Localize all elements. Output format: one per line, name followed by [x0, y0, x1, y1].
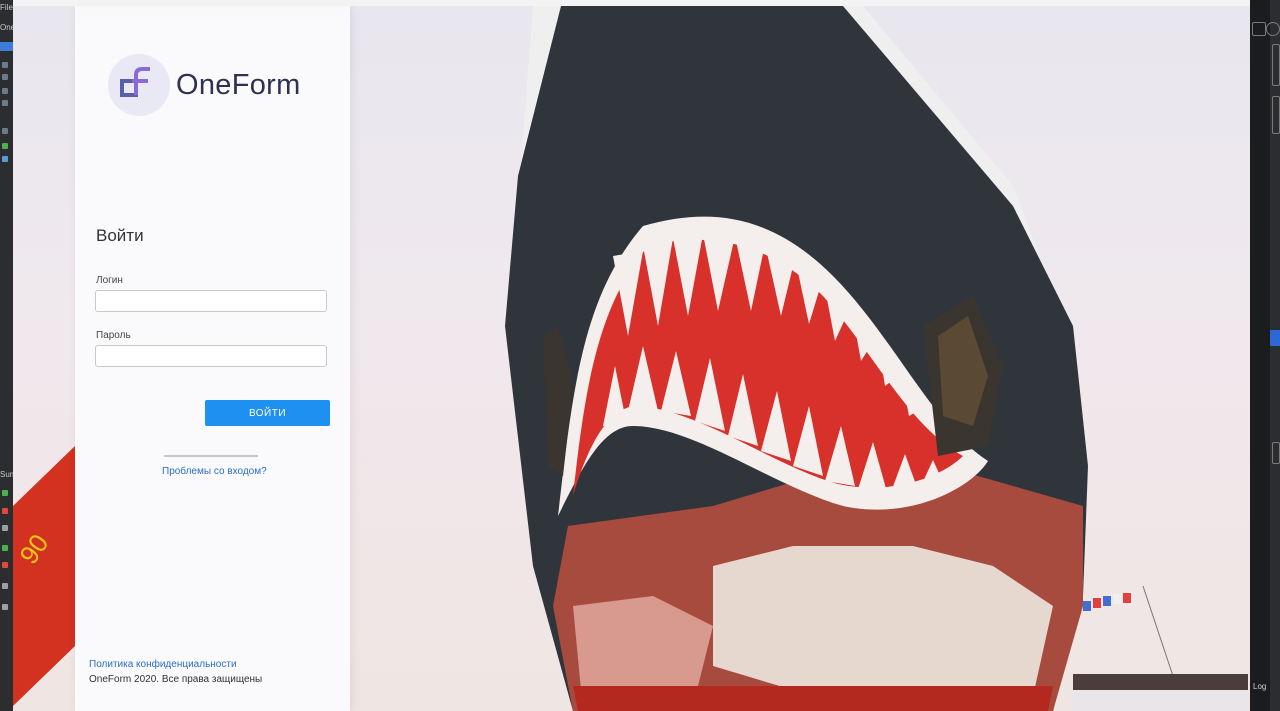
username-label: Логин	[96, 275, 123, 286]
ide-status-icon	[2, 156, 8, 162]
search-icon[interactable]	[1266, 22, 1280, 36]
ide-right-strip: Log	[1250, 0, 1280, 711]
ide-tree-arrow-icon[interactable]	[2, 100, 8, 106]
ide-status-icon	[2, 143, 8, 149]
ide-debug-icon[interactable]	[2, 545, 8, 551]
ide-left-strip: File One Sum	[0, 0, 16, 711]
ide-side-tab[interactable]	[1272, 44, 1280, 86]
divider	[164, 455, 258, 457]
privacy-policy-link[interactable]: Политика конфиденциальности	[89, 659, 237, 670]
copyright-text: OneForm 2020. Все права защищены	[89, 674, 263, 685]
ide-run-icon[interactable]	[2, 490, 8, 496]
ide-stop-icon[interactable]	[2, 508, 8, 514]
username-input[interactable]	[95, 290, 327, 312]
oneform-logo-icon	[108, 54, 170, 116]
ide-menu-file[interactable]: File	[0, 3, 13, 12]
brand-logo[interactable]: OneForm	[108, 54, 301, 116]
login-button[interactable]: ВОЙТИ	[205, 400, 330, 426]
login-title: Войти	[96, 226, 144, 245]
ide-camera-icon[interactable]	[2, 525, 8, 531]
ide-error-icon[interactable]	[2, 562, 8, 568]
ide-tree-arrow-icon[interactable]	[2, 128, 8, 134]
ide-side-tab[interactable]	[1272, 96, 1280, 134]
password-label: Пароль	[96, 330, 131, 341]
brand-name: OneForm	[176, 68, 301, 101]
ide-log-tab[interactable]: Log	[1253, 682, 1266, 691]
ide-pin-icon[interactable]	[2, 604, 8, 610]
ide-active-marker	[1270, 330, 1280, 346]
ide-side-tab[interactable]	[1272, 442, 1280, 464]
login-page: 90 OneForm Войти Логин Пароль ВОЙТИ Проб…	[13, 6, 1250, 711]
ide-selected-item[interactable]	[0, 42, 13, 51]
ide-tree-arrow-icon[interactable]	[2, 88, 8, 94]
ide-settings-icon[interactable]	[2, 583, 8, 589]
ide-window-icon[interactable]	[1252, 22, 1266, 36]
ide-tree-arrow-icon[interactable]	[2, 62, 8, 68]
ide-scroll-strip	[1250, 0, 1270, 711]
password-input[interactable]	[95, 345, 327, 367]
ide-tree-arrow-icon[interactable]	[2, 74, 8, 80]
login-panel: OneForm Войти Логин Пароль ВОЙТИ Проблем…	[75, 6, 350, 711]
login-trouble-link[interactable]: Проблемы со входом?	[162, 466, 267, 477]
